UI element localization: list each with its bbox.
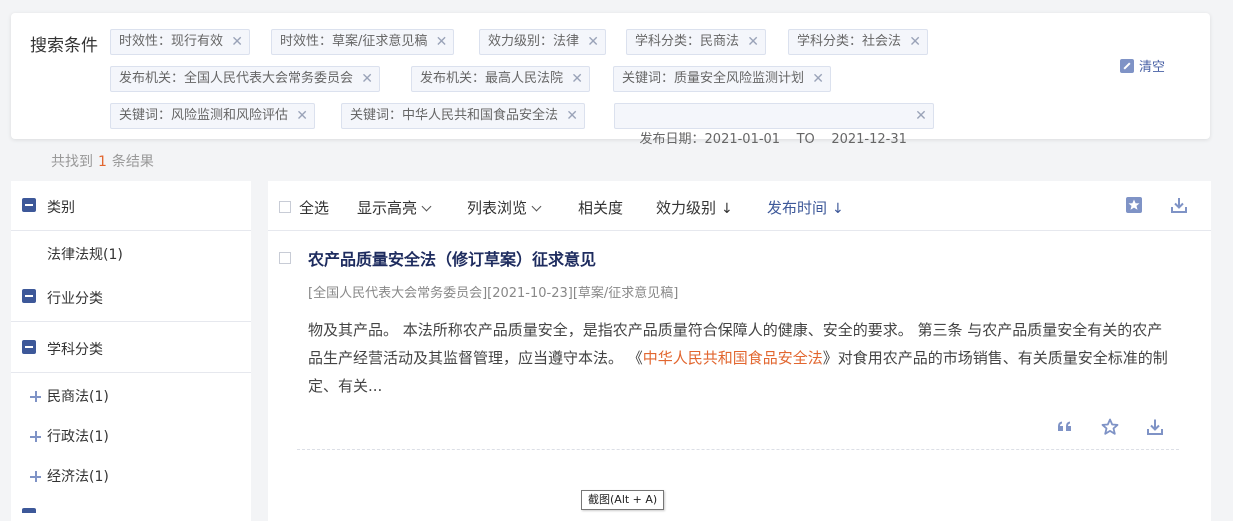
arrow-down-icon: ↓: [832, 201, 844, 217]
favorite-list-icon[interactable]: [1125, 196, 1143, 214]
filter-tag[interactable]: 发布机关：全国人民代表大会常务委员会 ✕: [110, 66, 381, 92]
filter-tag-label: 效力级别：法律: [488, 34, 580, 49]
result-snippet: 物及其产品。 本法所称农产品质量安全，是指农产品质量符合保障人的健康、安全的要求…: [308, 316, 1170, 400]
category-item[interactable]: 法律法规(1): [47, 244, 123, 264]
filter-tag-label: 时效性：现行有效: [119, 34, 224, 49]
sort-effect-level[interactable]: 效力级别 ↓: [656, 197, 733, 218]
category-item-label: 经济法(1): [47, 469, 109, 485]
collapse-icon[interactable]: [22, 289, 36, 303]
close-icon[interactable]: ✕: [361, 67, 373, 91]
category-header-subject[interactable]: 学科分类: [11, 323, 251, 373]
close-icon[interactable]: ✕: [747, 30, 759, 54]
filter-tag[interactable]: 关键词：中华人民共和国食品安全法 ✕: [341, 103, 586, 129]
results-toolbar: 全选 显示高亮 列表浏览 相关度 效力级别 ↓ 发布时间 ↓: [268, 181, 1211, 231]
filter-tag-label: 发布机关：全国人民代表大会常务委员会: [119, 71, 354, 86]
highlight-label: 显示高亮: [357, 199, 418, 217]
category-item[interactable]: 经济法(1): [30, 466, 109, 486]
result-checkbox[interactable]: [279, 252, 291, 264]
category-header-label: 行业分类: [47, 291, 103, 307]
broom-icon: [1120, 58, 1134, 73]
filter-tag-label: 学科分类：民商法: [635, 34, 740, 49]
list-view-label: 列表浏览: [467, 199, 528, 217]
result-title-link[interactable]: 农产品质量安全法（修订草案）征求意见: [308, 246, 596, 270]
clear-button-label: 清空: [1139, 60, 1166, 75]
collapse-icon[interactable]: [22, 340, 36, 354]
result-count: 共找到 1 条结果: [51, 151, 154, 171]
download-icon[interactable]: [1145, 417, 1165, 437]
category-item-label: 民商法(1): [47, 389, 109, 405]
sort-publish-time-label: 发布时间: [767, 199, 828, 217]
checkbox-icon[interactable]: [279, 201, 291, 213]
select-all-checkbox[interactable]: 全选: [279, 197, 329, 218]
filter-tag[interactable]: 效力级别：法律 ✕: [479, 29, 607, 55]
search-conditions-title: 搜索条件: [30, 36, 98, 56]
download-icon[interactable]: [1170, 196, 1188, 214]
close-icon[interactable]: ✕: [915, 104, 927, 128]
search-conditions-panel: 搜索条件 时效性：现行有效 ✕ 时效性：草案/征求意见稿 ✕ 效力级别：法律 ✕…: [11, 13, 1210, 147]
filter-tag-label: 关键词：风险监测和风险评估: [119, 108, 289, 123]
sort-publish-time[interactable]: 发布时间 ↓: [767, 197, 844, 218]
expand-icon[interactable]: [30, 471, 41, 482]
list-view-dropdown[interactable]: 列表浏览: [467, 197, 542, 218]
category-item[interactable]: 民商法(1): [30, 386, 109, 406]
chevron-down-icon: [531, 201, 542, 212]
close-icon[interactable]: ✕: [566, 104, 578, 128]
highlight-dropdown[interactable]: 显示高亮: [357, 197, 432, 218]
category-item-label: 行政法(1): [47, 429, 109, 445]
result-count-prefix: 共找到: [51, 154, 93, 170]
close-icon[interactable]: ✕: [909, 30, 921, 54]
close-icon[interactable]: ✕: [436, 30, 448, 54]
category-item[interactable]: 行政法(1): [30, 426, 109, 446]
filter-tag-label: 关键词：中华人民共和国食品安全法: [350, 108, 559, 123]
filter-tag-label: 时效性：草案/征求意见稿: [280, 34, 428, 49]
result-divider: [297, 449, 1179, 450]
filter-tag[interactable]: 学科分类：社会法 ✕: [788, 29, 929, 55]
expand-icon[interactable]: [30, 391, 41, 402]
close-icon[interactable]: ✕: [571, 67, 583, 91]
results-panel: 全选 显示高亮 列表浏览 相关度 效力级别 ↓ 发布时间 ↓ 农产品质量安全法（修订…: [268, 181, 1211, 521]
filter-tag[interactable]: 发布日期：2021-01-01 TO 2021-12-31 ✕: [614, 103, 934, 147]
filter-tag[interactable]: 时效性：现行有效 ✕: [110, 29, 251, 55]
collapse-icon[interactable]: [22, 508, 36, 513]
arrow-down-icon: ↓: [721, 201, 733, 217]
result-item: 农产品质量安全法（修订草案）征求意见 [全国人民代表大会常务委员会][2021-…: [268, 231, 1211, 471]
snippet-highlight-link[interactable]: 中华人民共和国食品安全法: [643, 349, 823, 367]
chevron-down-icon: [421, 201, 432, 212]
close-icon[interactable]: ✕: [587, 30, 599, 54]
close-icon[interactable]: ✕: [812, 67, 824, 91]
close-icon[interactable]: ✕: [296, 104, 308, 128]
filter-tag[interactable]: 关键词：风险监测和风险评估 ✕: [110, 103, 316, 129]
screenshot-tooltip: 截图(Alt + A): [581, 490, 665, 510]
filter-tag-label: 关键词：质量安全风险监测计划: [622, 71, 805, 86]
select-all-label: 全选: [299, 199, 330, 217]
result-meta: [全国人民代表大会常务委员会][2021-10-23][草案/征求意见稿]: [308, 286, 679, 301]
star-icon[interactable]: [1100, 417, 1120, 437]
filter-tag-label: 学科分类：社会法: [797, 34, 902, 49]
category-header-type[interactable]: 类别: [11, 181, 251, 231]
filter-tag-label: 发布日期：2021-01-01 TO 2021-12-31: [639, 132, 907, 147]
category-header-industry[interactable]: 行业分类: [11, 272, 251, 322]
close-icon[interactable]: ✕: [231, 30, 243, 54]
expand-icon[interactable]: [30, 431, 41, 442]
sort-relevance[interactable]: 相关度: [578, 197, 623, 218]
result-count-suffix: 条结果: [111, 154, 154, 170]
category-header-label: 类别: [47, 200, 75, 216]
category-header-label: 学科分类: [47, 342, 103, 358]
filter-tag[interactable]: 关键词：质量安全风险监测计划 ✕: [613, 66, 832, 92]
quote-icon[interactable]: [1055, 417, 1075, 437]
filter-tag-label: 发布机关：最高人民法院: [420, 71, 564, 86]
result-count-number: 1: [98, 154, 107, 170]
clear-button[interactable]: 清空: [1120, 56, 1165, 75]
filter-sidebar: 类别 法律法规(1) 行业分类 学科分类 民商法(1) 行政法(1) 经济法(1…: [11, 181, 251, 521]
collapse-icon[interactable]: [22, 198, 36, 212]
filter-tag[interactable]: 时效性：草案/征求意见稿 ✕: [271, 29, 455, 55]
filter-tag[interactable]: 学科分类：民商法 ✕: [626, 29, 767, 55]
filter-tag[interactable]: 发布机关：最高人民法院 ✕: [411, 66, 591, 92]
sort-effect-level-label: 效力级别: [656, 199, 717, 217]
